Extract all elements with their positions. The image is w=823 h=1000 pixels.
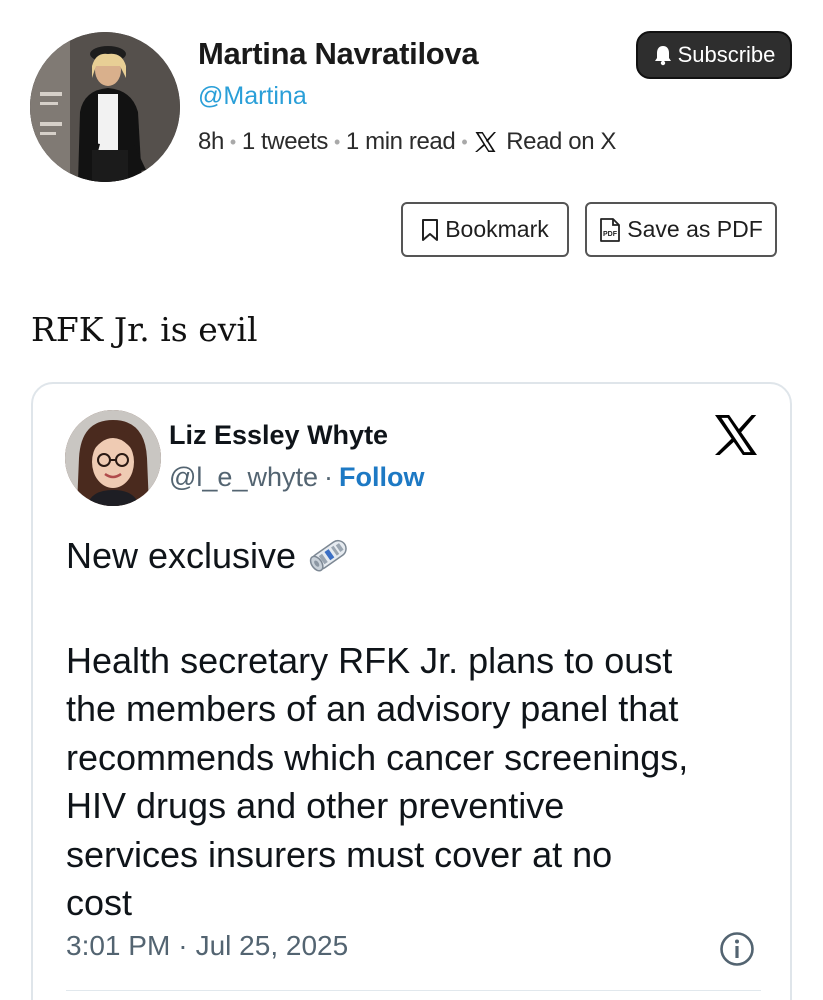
tweet-line: services insurers must cover at no [66, 833, 613, 875]
x-logo-link[interactable] [713, 414, 759, 461]
post-meta-row: 8h • 1 tweets • 1 min read • Read on X [198, 128, 616, 156]
tweet-line-text: New exclusive [66, 535, 297, 576]
handle-separator: · [324, 462, 333, 492]
tweet-author-avatar[interactable] [65, 410, 161, 506]
bookmark-icon [422, 218, 439, 241]
timestamp-separator: · [178, 930, 188, 961]
tweet-date: Jul 25, 2025 [195, 930, 349, 961]
tweet-author-name[interactable]: Liz Essley Whyte [169, 420, 388, 451]
rolled-newspaper-icon [304, 534, 354, 589]
author-handle-link[interactable]: @Martina [198, 82, 307, 111]
x-logo-icon [475, 132, 497, 152]
read-on-x-label: Read on X [506, 128, 617, 155]
meta-separator-dot: • [461, 131, 468, 152]
tweet-timestamp-link[interactable]: 3:01 PM · Jul 25, 2025 [66, 930, 348, 962]
pdf-icon-text: PDF [603, 231, 618, 238]
author-name[interactable]: Martina Navratilova [198, 36, 479, 72]
tweet-body: New exclusive Health secretary RFK Jr. p… [66, 532, 766, 928]
tweet-line: Health secretary RFK Jr. plans to oust [66, 639, 673, 681]
x-logo-icon [715, 414, 757, 456]
tweet-handle-row: @l_e_whyte · Follow [169, 462, 424, 493]
bookmark-label: Bookmark [445, 216, 549, 242]
save-as-pdf-button[interactable]: PDF Save as PDF [585, 202, 777, 257]
embedded-tweet-card[interactable]: Liz Essley Whyte @l_e_whyte · Follow New… [31, 382, 792, 1000]
article-page: Martina Navratilova @Martina 8h • 1 twee… [0, 0, 823, 1000]
follow-link[interactable]: Follow [339, 462, 424, 493]
tweet-line: the members of an advisory panel that [66, 688, 679, 729]
info-circle-icon [720, 932, 754, 966]
subscribe-button[interactable]: Subscribe [636, 31, 792, 79]
tweet-count: 1 tweets [241, 128, 329, 155]
meta-separator-dot: • [334, 131, 340, 152]
subscribe-label: Subscribe [677, 42, 776, 67]
save-as-pdf-label: Save as PDF [627, 216, 763, 242]
tweet-divider [66, 990, 761, 991]
tweet-time: 3:01 PM [66, 930, 171, 961]
post-text: RFK Jr. is evil [31, 310, 258, 349]
pdf-file-icon: PDF [600, 217, 621, 242]
meta-separator-dot: • [229, 131, 236, 152]
bookmark-button[interactable]: Bookmark [401, 202, 569, 257]
author-avatar-image [30, 32, 180, 182]
tweet-line: New exclusive [66, 532, 766, 589]
bell-icon [654, 46, 671, 66]
info-icon[interactable] [719, 931, 755, 972]
tweet-line: recommends which cancer screenings, [66, 736, 689, 778]
read-time: 1 min read [345, 128, 456, 155]
post-age: 8h [198, 128, 224, 155]
tweet-author-avatar-image [65, 410, 161, 506]
tweet-line: HIV drugs and other preventive [66, 785, 565, 826]
author-avatar[interactable] [30, 32, 180, 182]
read-on-x-link[interactable]: Read on X [473, 128, 616, 156]
tweet-author-handle[interactable]: @l_e_whyte [169, 462, 318, 493]
tweet-line: cost [66, 882, 133, 923]
